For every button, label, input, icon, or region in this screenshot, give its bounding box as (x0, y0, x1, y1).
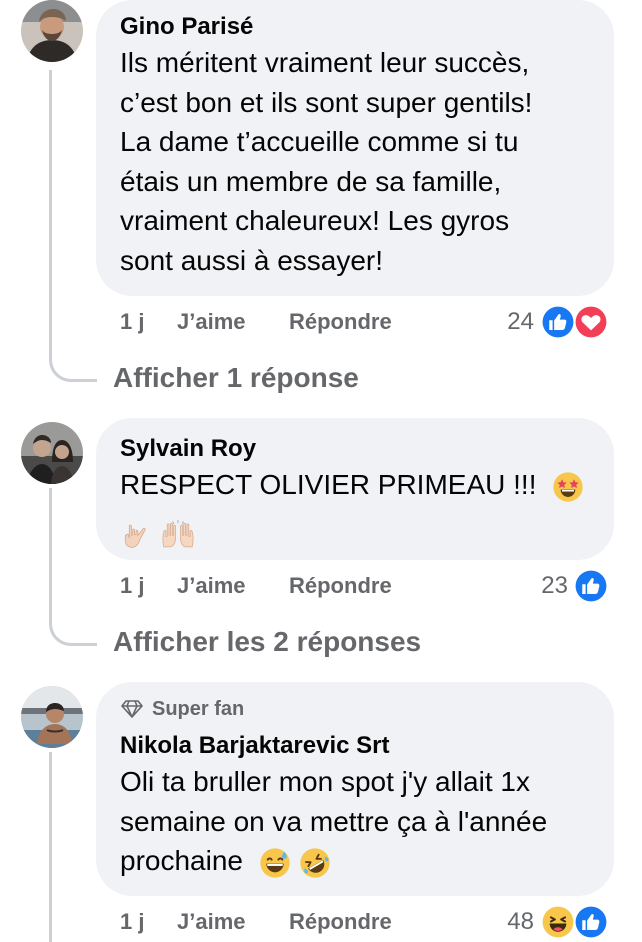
comment-emoji-line (120, 512, 196, 552)
reaction-count[interactable]: 23 (524, 572, 568, 600)
thread-line (49, 70, 52, 360)
raising-hands-emoji (162, 519, 194, 547)
comment-bubble: Super fan Nikola Barjaktarevic Srt Oli t… (96, 682, 614, 896)
comment-line: Ils méritent vraiment leur succès, (120, 47, 530, 78)
love-you-gesture-emoji (124, 524, 146, 548)
super-fan-badge[interactable]: Super fan (120, 697, 244, 721)
view-replies-link[interactable]: Afficher 1 réponse (113, 362, 359, 394)
comment-author[interactable]: Sylvain Roy (120, 435, 256, 463)
thread-connector (49, 622, 97, 646)
comment-time[interactable]: 1 j (120, 309, 144, 335)
reaction-count[interactable]: 24 (490, 308, 534, 336)
like-icon[interactable] (573, 568, 609, 604)
comment-line: RESPECT OLIVIER PRIMEAU !!! (120, 465, 584, 505)
comment-line: sont aussi à essayer! (120, 245, 384, 276)
love-icon[interactable] (573, 304, 609, 340)
star-struck-emoji (553, 471, 583, 502)
thread-line (49, 488, 52, 624)
comment-time[interactable]: 1 j (120, 909, 144, 935)
rofl-emoji (299, 847, 330, 878)
comment-bubble: Sylvain Roy RESPECT OLIVIER PRIMEAU !!! (96, 418, 614, 560)
avatar[interactable] (21, 0, 83, 62)
comment-line-text: RESPECT OLIVIER PRIMEAU !!! (120, 469, 537, 500)
like-icon[interactable] (540, 304, 576, 340)
comment-time[interactable]: 1 j (120, 573, 144, 599)
comment-line: c’est bon et ils sont super gentils! (120, 87, 533, 118)
comment-line: vraiment chaleureux! Les gyros (120, 205, 510, 236)
comment-line: La dame t’accueille comme si tu (120, 126, 519, 157)
avatar[interactable] (21, 422, 83, 484)
grinning-sweat-emoji (260, 847, 290, 878)
comment-line: prochaine (120, 841, 331, 881)
reply-button[interactable]: Répondre (289, 309, 392, 335)
comment-line-text: prochaine (120, 845, 243, 876)
view-replies-link[interactable]: Afficher les 2 réponses (113, 626, 421, 658)
comment-line: Oli ta bruller mon spot j'y allait 1x (120, 766, 530, 797)
comment-line: étais un membre de sa famille, (120, 166, 502, 197)
like-icon[interactable] (573, 904, 609, 940)
comment-line: semaine on va mettre ça à l'année (120, 806, 548, 837)
diamond-icon (121, 700, 143, 718)
super-fan-label: Super fan (152, 698, 245, 720)
reply-button[interactable]: Répondre (289, 909, 392, 935)
like-button[interactable]: J’aime (177, 309, 246, 335)
comment-author[interactable]: Gino Parisé (120, 13, 253, 41)
reaction-count[interactable]: 48 (490, 908, 534, 936)
comment-bubble: Gino Parisé Ils méritent vraiment leur s… (96, 0, 614, 296)
like-button[interactable]: J’aime (177, 909, 246, 935)
haha-icon[interactable] (540, 904, 576, 940)
thread-line (49, 752, 52, 942)
thread-connector (49, 358, 97, 382)
avatar[interactable] (21, 686, 83, 748)
comment-author[interactable]: Nikola Barjaktarevic Srt (120, 732, 389, 760)
like-button[interactable]: J’aime (177, 573, 246, 599)
reply-button[interactable]: Répondre (289, 573, 392, 599)
